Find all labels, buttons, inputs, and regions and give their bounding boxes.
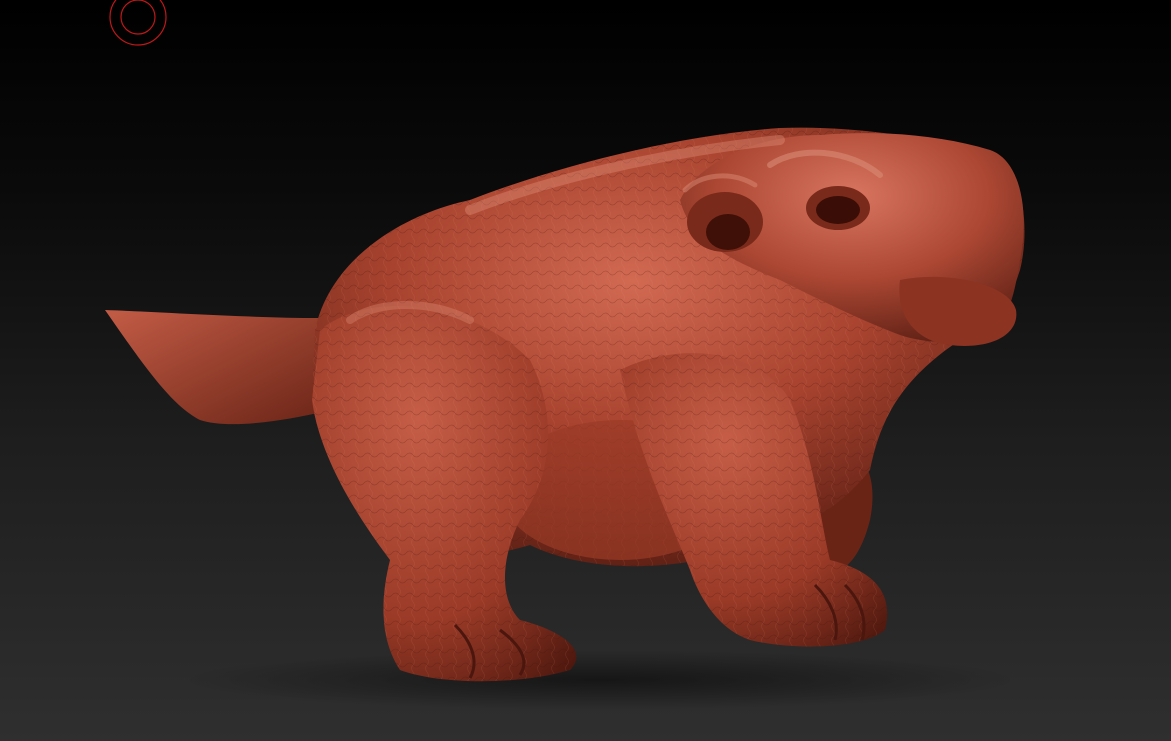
ground-shadow — [180, 650, 1020, 710]
sculpt-viewport[interactable] — [0, 0, 1171, 741]
tail — [105, 310, 330, 425]
sculpt-model[interactable] — [0, 0, 1171, 741]
